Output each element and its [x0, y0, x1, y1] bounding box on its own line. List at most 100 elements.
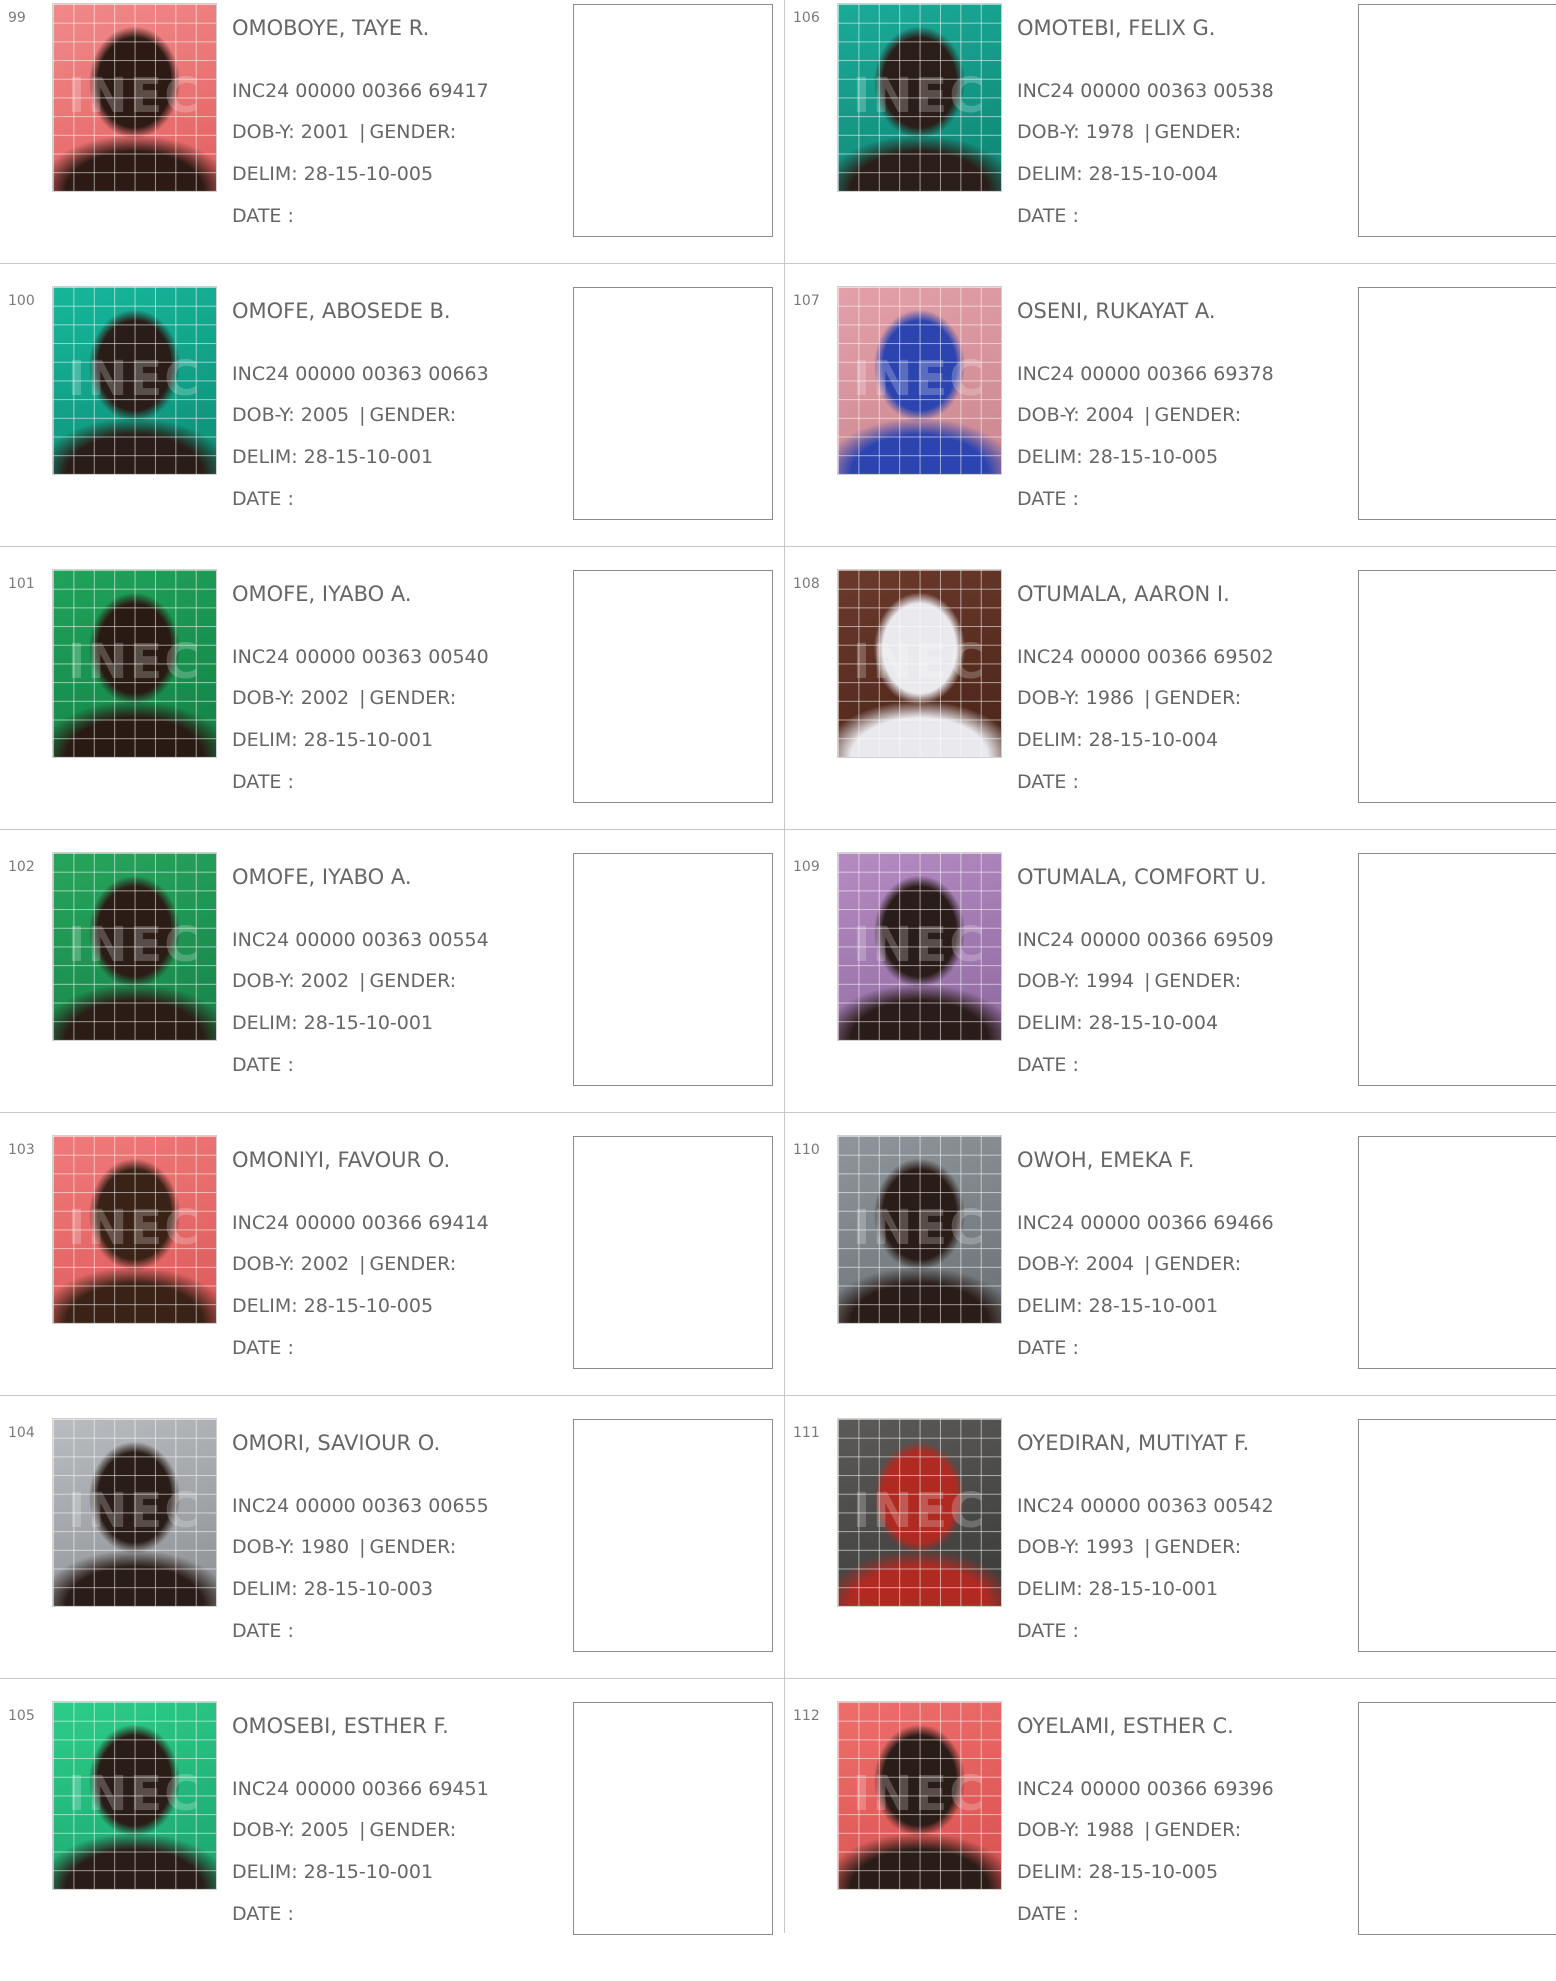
gender-label: GENDER: — [1154, 121, 1242, 143]
thumbprint-box — [573, 1419, 773, 1652]
dob-label: DOB-Y: — [232, 1819, 295, 1841]
record-number: 99 — [8, 10, 26, 26]
dob-gender-line: DOB-Y: 2004 | GENDER: — [1017, 1253, 1241, 1275]
photo-watermark: INEC — [852, 1200, 987, 1256]
delim-label: DELIM: — [1017, 1012, 1083, 1034]
voter-id-number: INC24 00000 00363 00554 — [232, 929, 489, 951]
gender-label: GENDER: — [369, 121, 457, 143]
date-label: DATE : — [232, 1054, 294, 1076]
voter-photo: INEC — [838, 570, 1001, 757]
record-number: 100 — [8, 293, 35, 309]
date-label: DATE : — [1017, 1054, 1079, 1076]
voter-id-number: INC24 00000 00363 00538 — [1017, 80, 1274, 102]
thumbprint-box — [1358, 287, 1556, 520]
photo-watermark: INEC — [67, 351, 202, 407]
record-number: 103 — [8, 1142, 35, 1158]
record-number: 109 — [793, 859, 820, 875]
voter-id-number: INC24 00000 00366 69414 — [232, 1212, 489, 1234]
voter-record: 104 INEC OMORI, SAVIOUR O. INC24 00000 0036… — [0, 1415, 780, 1698]
delim-code: 28-15-10-004 — [1088, 729, 1219, 751]
thumbprint-box — [573, 570, 773, 803]
delim-label: DELIM: — [232, 163, 298, 185]
voter-id-number: INC24 00000 00366 69509 — [1017, 929, 1274, 951]
gender-label: GENDER: — [1154, 1536, 1242, 1558]
field-separator: | — [359, 687, 366, 709]
voter-id-number: INC24 00000 00363 00542 — [1017, 1495, 1274, 1517]
voter-name: OWOH, EMEKA F. — [1017, 1148, 1195, 1172]
thumbprint-box — [1358, 4, 1556, 237]
delimitation-line: DELIM: 28-15-10-001 — [1017, 1295, 1218, 1317]
photo-watermark: INEC — [852, 917, 987, 973]
dob-year: 1980 — [300, 1536, 350, 1558]
photo-watermark: INEC — [67, 1200, 202, 1256]
voter-id-number: INC24 00000 00363 00540 — [232, 646, 489, 668]
voter-name: OMORI, SAVIOUR O. — [232, 1431, 441, 1455]
photo-watermark: INEC — [67, 68, 202, 124]
dob-gender-line: DOB-Y: 1994 | GENDER: — [1017, 970, 1241, 992]
field-separator: | — [1144, 687, 1151, 709]
voter-photo: INEC — [838, 1136, 1001, 1323]
date-label: DATE : — [1017, 1903, 1079, 1925]
date-label: DATE : — [232, 1903, 294, 1925]
thumbprint-box — [1358, 1419, 1556, 1652]
thumbprint-box — [1358, 570, 1556, 803]
delimitation-line: DELIM: 28-15-10-005 — [232, 163, 433, 185]
voter-photo: INEC — [53, 287, 216, 474]
voter-photo: INEC — [53, 4, 216, 191]
voter-record: 105 INEC OMOSEBI, ESTHER F. INC24 00000 003… — [0, 1698, 780, 1981]
delim-code: 28-15-10-001 — [303, 1012, 434, 1034]
photo-watermark: INEC — [852, 634, 987, 690]
voter-photo: INEC — [53, 1136, 216, 1323]
dob-year: 2005 — [300, 1819, 350, 1841]
delimitation-line: DELIM: 28-15-10-005 — [1017, 1861, 1218, 1883]
voter-photo: INEC — [838, 1702, 1001, 1889]
delim-code: 28-15-10-004 — [1088, 1012, 1219, 1034]
voter-id-number: INC24 00000 00366 69417 — [232, 80, 489, 102]
thumbprint-box — [573, 1136, 773, 1369]
photo-watermark: INEC — [852, 351, 987, 407]
record-number: 108 — [793, 576, 820, 592]
gender-label: GENDER: — [1154, 404, 1242, 426]
delim-code: 28-15-10-005 — [303, 163, 434, 185]
dob-gender-line: DOB-Y: 1978 | GENDER: — [1017, 121, 1241, 143]
dob-label: DOB-Y: — [232, 687, 295, 709]
field-separator: | — [359, 404, 366, 426]
date-label: DATE : — [1017, 1337, 1079, 1359]
record-number: 105 — [8, 1708, 35, 1724]
dob-year: 2005 — [300, 404, 350, 426]
voter-id-number: INC24 00000 00366 69378 — [1017, 363, 1274, 385]
delimitation-line: DELIM: 28-15-10-004 — [1017, 1012, 1218, 1034]
field-separator: | — [1144, 404, 1151, 426]
gender-label: GENDER: — [369, 970, 457, 992]
voter-record: 103 INEC OMONIYI, FAVOUR O. INC24 00000 003… — [0, 1132, 780, 1415]
voter-name: OSENI, RUKAYAT A. — [1017, 299, 1216, 323]
delim-label: DELIM: — [1017, 1578, 1083, 1600]
record-number: 101 — [8, 576, 35, 592]
dob-year: 2004 — [1085, 404, 1135, 426]
voter-record: 99 INEC OMOBOYE, TAYE R. INC24 00000 00366 … — [0, 0, 780, 283]
delimitation-line: DELIM: 28-15-10-005 — [232, 1295, 433, 1317]
voter-photo: INEC — [838, 4, 1001, 191]
record-number: 102 — [8, 859, 35, 875]
delim-label: DELIM: — [1017, 163, 1083, 185]
voter-photo: INEC — [53, 1419, 216, 1606]
dob-gender-line: DOB-Y: 2002 | GENDER: — [232, 970, 456, 992]
delim-code: 28-15-10-001 — [1088, 1578, 1219, 1600]
dob-label: DOB-Y: — [1017, 1819, 1080, 1841]
voter-record: 102 INEC OMOFE, IYABO A. INC24 00000 00363 … — [0, 849, 780, 1132]
dob-gender-line: DOB-Y: 2005 | GENDER: — [232, 404, 456, 426]
delim-label: DELIM: — [232, 1295, 298, 1317]
thumbprint-box — [573, 1702, 773, 1935]
delim-label: DELIM: — [232, 1012, 298, 1034]
dob-gender-line: DOB-Y: 2001 | GENDER: — [232, 121, 456, 143]
date-label: DATE : — [232, 488, 294, 510]
delim-code: 28-15-10-004 — [1088, 163, 1219, 185]
field-separator: | — [359, 1536, 366, 1558]
date-label: DATE : — [232, 1337, 294, 1359]
delimitation-line: DELIM: 28-15-10-001 — [1017, 1578, 1218, 1600]
dob-label: DOB-Y: — [1017, 121, 1080, 143]
thumbprint-box — [1358, 1702, 1556, 1935]
field-separator: | — [1144, 1819, 1151, 1841]
gender-label: GENDER: — [369, 1253, 457, 1275]
dob-gender-line: DOB-Y: 2004 | GENDER: — [1017, 404, 1241, 426]
